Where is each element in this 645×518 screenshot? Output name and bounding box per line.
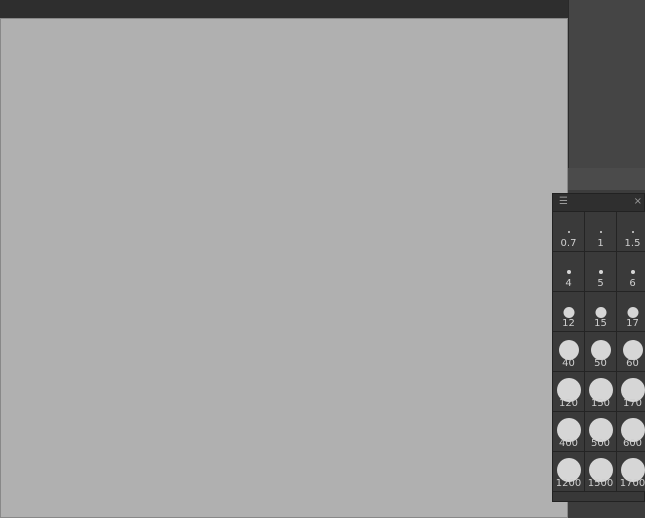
brush-size-label: 500 [590, 438, 611, 449]
brush-size-label: 600 [622, 438, 643, 449]
brush-size-option[interactable]: 1500 [585, 452, 617, 492]
brush-size-preview-dot [630, 270, 635, 274]
brush-size-option[interactable]: 40 [553, 332, 585, 372]
brush-size-label: 50 [594, 358, 607, 369]
brush-size-label: 4 [565, 278, 572, 289]
brush-size-preview-dot [599, 231, 602, 233]
brush-size-preview-dot [595, 306, 606, 318]
brush-size-panel: ☰ × 0.7 1 1.5 4 5 6 12 15 17 40 50 60 120 150 170 400 50… [552, 193, 645, 502]
brush-size-option[interactable]: 120 [553, 372, 585, 412]
brush-size-label: 6 [629, 278, 636, 289]
brush-size-option[interactable]: 4 [553, 252, 585, 292]
brush-size-option[interactable]: 60 [617, 332, 645, 372]
side-panel-band [568, 168, 645, 190]
brush-size-label: 1.5 [624, 238, 641, 249]
brush-size-label: 1200 [555, 478, 582, 489]
brush-size-option[interactable]: 1700 [617, 452, 645, 492]
brush-size-preview-dot [566, 270, 571, 274]
brush-size-option[interactable]: 5 [585, 252, 617, 292]
brush-size-option[interactable]: 150 [585, 372, 617, 412]
brush-size-option[interactable]: 1 [585, 212, 617, 252]
brush-size-label: 17 [626, 318, 639, 329]
brush-size-preview-dot [563, 306, 574, 318]
brush-size-preview-dot [631, 231, 634, 233]
hamburger-icon[interactable]: ☰ [559, 197, 568, 207]
brush-size-preview-dot [622, 340, 643, 360]
panel-header: ☰ × [553, 194, 644, 212]
brush-size-label: 0.7 [560, 238, 577, 249]
brush-size-option[interactable]: 12 [553, 292, 585, 332]
brush-size-label: 12 [562, 318, 575, 329]
brush-size-option[interactable]: 6 [617, 252, 645, 292]
side-panel [568, 0, 645, 190]
drawing-canvas[interactable] [0, 18, 568, 518]
close-icon[interactable]: × [634, 196, 642, 207]
brush-size-option[interactable]: 0.7 [553, 212, 585, 252]
brush-size-label: 5 [597, 278, 604, 289]
brush-size-option[interactable]: 170 [617, 372, 645, 412]
brush-size-preview-dot [590, 340, 611, 360]
brush-size-label: 150 [590, 398, 611, 409]
brush-size-preview-dot [598, 270, 603, 274]
brush-size-label: 120 [558, 398, 579, 409]
artwork-image [0, 18, 568, 518]
brush-size-label: 40 [562, 358, 575, 369]
brush-size-label: 400 [558, 438, 579, 449]
brush-size-label: 1500 [587, 478, 614, 489]
brush-size-label: 15 [594, 318, 607, 329]
brush-size-option[interactable]: 400 [553, 412, 585, 452]
brush-size-label: 1700 [619, 478, 645, 489]
brush-size-label: 1 [597, 238, 604, 249]
brush-size-option[interactable]: 50 [585, 332, 617, 372]
brush-size-option[interactable]: 15 [585, 292, 617, 332]
brush-size-option[interactable]: 17 [617, 292, 645, 332]
brush-size-preview-dot [558, 340, 579, 360]
brush-size-label: 60 [626, 358, 639, 369]
brush-size-preview-dot [567, 231, 570, 233]
brush-size-option[interactable]: 600 [617, 412, 645, 452]
brush-size-option[interactable]: 1200 [553, 452, 585, 492]
top-bar [0, 0, 568, 18]
brush-size-option[interactable]: 1.5 [617, 212, 645, 252]
brush-size-grid: 0.7 1 1.5 4 5 6 12 15 17 40 50 60 120 150 170 400 500 600… [553, 212, 645, 492]
brush-size-label: 170 [622, 398, 643, 409]
brush-size-preview-dot [627, 306, 638, 318]
brush-size-option[interactable]: 500 [585, 412, 617, 452]
